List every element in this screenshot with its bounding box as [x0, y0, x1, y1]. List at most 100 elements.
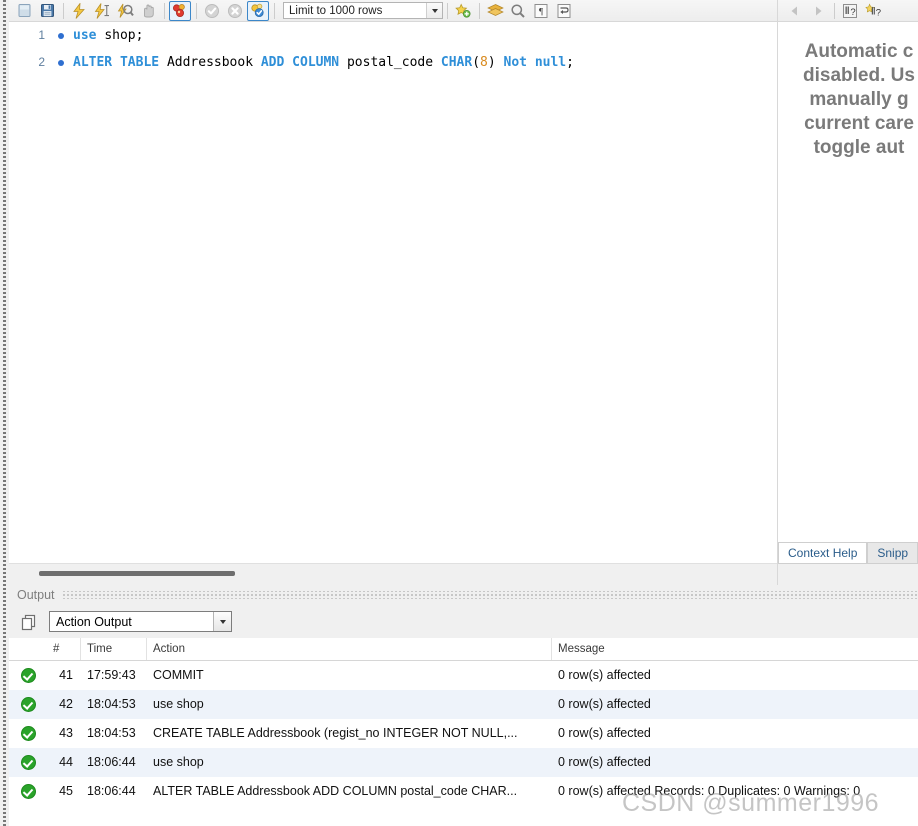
cell-message: 0 row(s) affected [558, 668, 651, 682]
toggle-wrapping-icon[interactable] [553, 1, 575, 21]
execute-current-statement-icon[interactable] [91, 1, 113, 21]
mysql-workbench-window: Limit to 1000 rows ¶ 1 use shop; 2 ALTER… [0, 0, 918, 826]
table-row[interactable]: 41 17:59:43 COMMIT 0 row(s) affected [9, 661, 918, 690]
status-success-icon [9, 777, 47, 806]
cell-action: use shop [153, 755, 204, 769]
cell-time: 18:06:44 [87, 755, 136, 769]
cell-message: 0 row(s) affected [558, 755, 651, 769]
execute-statements-icon[interactable] [68, 1, 90, 21]
editor-horizontal-scrollbar[interactable] [9, 563, 777, 585]
save-sql-script-icon[interactable] [36, 1, 58, 21]
toolbar-separator [63, 2, 64, 19]
table-header-row: # Time Action Message [9, 638, 918, 661]
find-icon[interactable] [507, 1, 529, 21]
cell-number: 43 [59, 726, 73, 740]
chevron-down-icon[interactable] [426, 3, 442, 18]
table-row[interactable]: 43 18:04:53 CREATE TABLE Addressbook (regi… [9, 719, 918, 748]
status-success-icon [9, 748, 47, 777]
toggle-stop-on-error-icon[interactable] [169, 0, 191, 21]
table-row[interactable]: 42 18:04:53 use shop 0 row(s) affected [9, 690, 918, 719]
toolbar-separator [447, 2, 448, 19]
context-help-line: Automatic c [804, 41, 914, 62]
cell-number: 44 [59, 755, 73, 769]
svg-text:?: ? [850, 7, 855, 18]
tab-snippets-label: Snipp [877, 546, 909, 560]
context-help-line: toggle aut [813, 137, 905, 158]
save-snippet-icon[interactable] [452, 1, 474, 21]
statement-marker-icon [49, 32, 73, 39]
sql-code-editor[interactable]: 1 use shop; 2 ALTER TABLE Addressbook ADD C… [9, 22, 777, 563]
editor-gutter [9, 22, 69, 563]
tab-context-help-label: Context Help [788, 546, 858, 560]
help-forward-icon[interactable] [807, 1, 829, 21]
output-view-icon[interactable] [19, 612, 39, 632]
table-body: 41 17:59:43 COMMIT 0 row(s) affected 42 18:04… [9, 661, 918, 806]
output-header-dots [61, 591, 918, 599]
cell-message: 0 row(s) affected [558, 697, 651, 711]
cell-time: 18:04:53 [87, 726, 136, 740]
cell-number: 41 [59, 668, 73, 682]
column-header-status [9, 638, 47, 660]
beautify-sql-icon[interactable] [484, 1, 506, 21]
chevron-down-icon[interactable] [213, 612, 231, 631]
statement-marker-icon [49, 59, 73, 66]
editor-lines: 1 use shop; 2 ALTER TABLE Addressbook ADD C… [9, 22, 777, 76]
cell-number: 45 [59, 784, 73, 798]
row-limit-select[interactable]: Limit to 1000 rows [283, 2, 443, 19]
context-help-toolbar: ? ? [778, 0, 918, 22]
output-title: Output [17, 588, 55, 602]
toggle-invisible-chars-icon[interactable]: ¶ [530, 1, 552, 21]
stop-execution-icon[interactable] [137, 1, 159, 21]
toolbar-separator [479, 2, 480, 19]
toolbar-separator [274, 2, 275, 19]
context-help-icon[interactable]: ? [839, 1, 861, 21]
cell-message: 0 row(s) affected [558, 726, 651, 740]
line-text: use shop; [73, 28, 144, 43]
table-row[interactable]: 44 18:06:44 use shop 0 row(s) affected [9, 748, 918, 777]
sql-editor-toolbar: Limit to 1000 rows ¶ [9, 0, 777, 22]
new-sql-tab-icon[interactable] [13, 1, 35, 21]
explain-statement-icon[interactable] [114, 1, 136, 21]
context-help-pane: ? ? Automatic c disabled. Us manually g cur… [777, 0, 918, 585]
status-success-icon [9, 690, 47, 719]
side-panel-footer [778, 563, 918, 585]
sql-editor-pane: Limit to 1000 rows ¶ 1 use shop; 2 ALTER… [9, 0, 777, 585]
toolbar-separator [164, 2, 165, 19]
left-panel-splitter[interactable] [0, 0, 9, 826]
tab-snippets[interactable]: Snipp [867, 542, 918, 563]
cell-time: 17:59:43 [87, 668, 136, 682]
scrollbar-thumb[interactable] [39, 571, 235, 576]
context-help-line: current care [804, 113, 914, 134]
column-header-message: Message [558, 643, 605, 655]
action-output-table: # Time Action Message 41 17:59:43 COMMIT 0 … [9, 638, 918, 806]
rollback-icon[interactable] [224, 1, 246, 21]
toolbar-separator [196, 2, 197, 19]
help-back-icon[interactable] [784, 1, 806, 21]
cell-time: 18:04:53 [87, 697, 136, 711]
output-pane: Output Action Output # Time Action Messa… [9, 585, 918, 826]
context-help-line: manually g [809, 89, 909, 110]
line-number: 1 [38, 28, 45, 42]
line-text: ALTER TABLE Addressbook ADD COLUMN posta… [73, 55, 574, 70]
row-limit-value: Limit to 1000 rows [289, 4, 383, 17]
column-header-number: # [47, 638, 81, 660]
output-view-value: Action Output [56, 614, 132, 629]
context-help-content: Automatic c disabled. Us manually g current… [778, 22, 918, 160]
output-view-select[interactable]: Action Output [49, 611, 232, 632]
editor-line[interactable]: 2 ALTER TABLE Addressbook ADD COLUMN post… [9, 49, 777, 76]
editor-line[interactable]: 1 use shop; [9, 22, 777, 49]
cell-time: 18:06:44 [87, 784, 136, 798]
commit-icon[interactable] [201, 1, 223, 21]
column-header-action: Action [147, 638, 552, 660]
table-row[interactable]: 45 18:06:44 ALTER TABLE Addressbook ADD CO… [9, 777, 918, 806]
cell-action: ALTER TABLE Addressbook ADD COLUMN posta… [153, 784, 518, 798]
line-number: 2 [38, 55, 45, 69]
cell-action: use shop [153, 697, 204, 711]
tab-context-help[interactable]: Context Help [778, 542, 868, 563]
automatic-context-help-icon[interactable]: ? [862, 1, 884, 21]
column-header-time: Time [81, 638, 147, 660]
cell-action: COMMIT [153, 668, 204, 682]
toggle-autocommit-icon[interactable] [247, 0, 269, 21]
status-success-icon [9, 719, 47, 748]
cell-message: 0 row(s) affected Records: 0 Duplicates:… [558, 784, 861, 798]
